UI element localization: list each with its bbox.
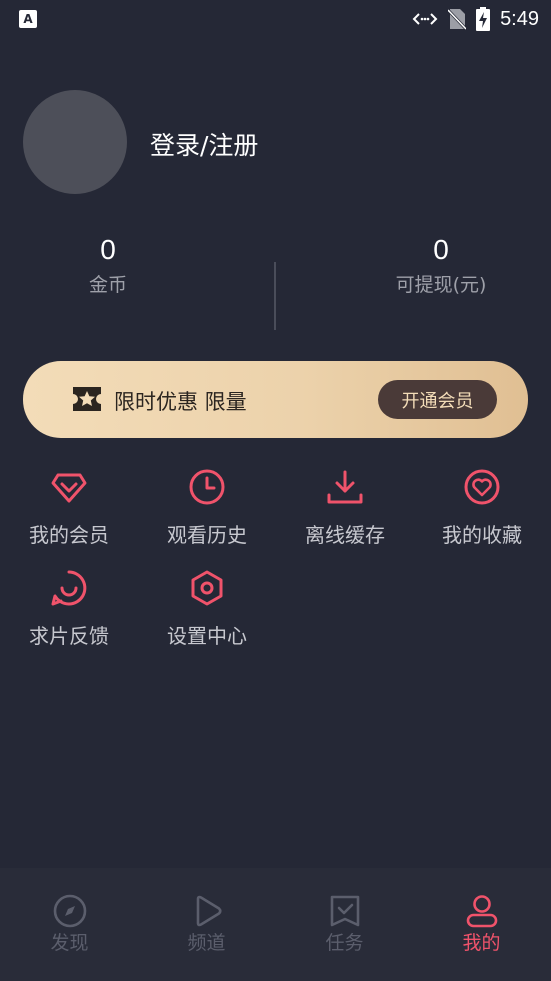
no-sim-icon bbox=[448, 8, 467, 30]
play-icon bbox=[196, 895, 222, 927]
coins-stat[interactable]: 0 金币 bbox=[0, 234, 218, 297]
vip-banner[interactable]: 限时优惠 限量 开通会员 bbox=[23, 361, 528, 438]
app-notification-icon: A bbox=[19, 10, 37, 28]
settings-icon bbox=[191, 570, 223, 606]
diamond-icon bbox=[51, 473, 87, 503]
vip-promo-text: 限时优惠 限量 bbox=[114, 390, 247, 414]
vip-ticket-star-icon bbox=[71, 386, 103, 412]
download-icon bbox=[327, 470, 363, 504]
battery-charging-icon bbox=[476, 7, 491, 31]
tab-channels[interactable]: 频道 bbox=[138, 894, 275, 955]
tab-label: 我的 bbox=[462, 932, 501, 954]
tab-label: 发现 bbox=[50, 932, 89, 954]
data-transfer-icon bbox=[412, 11, 438, 27]
tab-tasks[interactable]: 任务 bbox=[276, 894, 413, 955]
menu-label: 我的收藏 bbox=[442, 523, 522, 547]
heart-icon bbox=[464, 469, 500, 505]
menu-item-watch-history[interactable]: 观看历史 bbox=[138, 467, 276, 548]
clock-icon bbox=[189, 469, 225, 505]
menu-item-request-feedback[interactable]: 求片反馈 bbox=[0, 568, 138, 649]
menu-label: 我的会员 bbox=[29, 523, 109, 547]
tab-mine[interactable]: 我的 bbox=[413, 894, 550, 955]
coins-value: 0 bbox=[100, 234, 116, 265]
login-register-link[interactable]: 登录/注册 bbox=[150, 126, 258, 162]
menu-item-my-favorites[interactable]: 我的收藏 bbox=[413, 467, 551, 548]
withdrawable-value: 0 bbox=[433, 234, 449, 265]
avatar[interactable] bbox=[23, 90, 127, 194]
status-bar: A 5:49 bbox=[0, 0, 551, 38]
withdrawable-label: 可提现(元) bbox=[395, 274, 487, 296]
coins-label: 金币 bbox=[88, 274, 127, 296]
tab-discover[interactable]: 发现 bbox=[1, 894, 138, 955]
menu-label: 求片反馈 bbox=[29, 624, 109, 648]
task-icon bbox=[330, 895, 359, 927]
bottom-tab-bar: 发现 频道 任务 我的 bbox=[0, 868, 551, 981]
menu-item-settings-center[interactable]: 设置中心 bbox=[138, 568, 276, 649]
menu-label: 离线缓存 bbox=[305, 523, 385, 547]
compass-icon bbox=[53, 894, 86, 928]
withdrawable-stat[interactable]: 0 可提现(元) bbox=[331, 234, 551, 297]
status-time: 5:49 bbox=[500, 7, 539, 30]
chat-icon bbox=[51, 570, 87, 606]
menu-item-offline-cache[interactable]: 离线缓存 bbox=[276, 467, 414, 548]
menu-label: 设置中心 bbox=[167, 624, 247, 648]
menu-item-my-membership[interactable]: 我的会员 bbox=[0, 467, 138, 548]
open-vip-button[interactable]: 开通会员 bbox=[378, 380, 497, 419]
user-icon bbox=[466, 895, 497, 928]
tab-label: 频道 bbox=[187, 932, 226, 954]
stats-divider bbox=[274, 262, 276, 330]
tab-label: 任务 bbox=[325, 932, 364, 954]
menu-label: 观看历史 bbox=[167, 523, 247, 547]
status-right-group: 5:49 bbox=[412, 5, 539, 33]
